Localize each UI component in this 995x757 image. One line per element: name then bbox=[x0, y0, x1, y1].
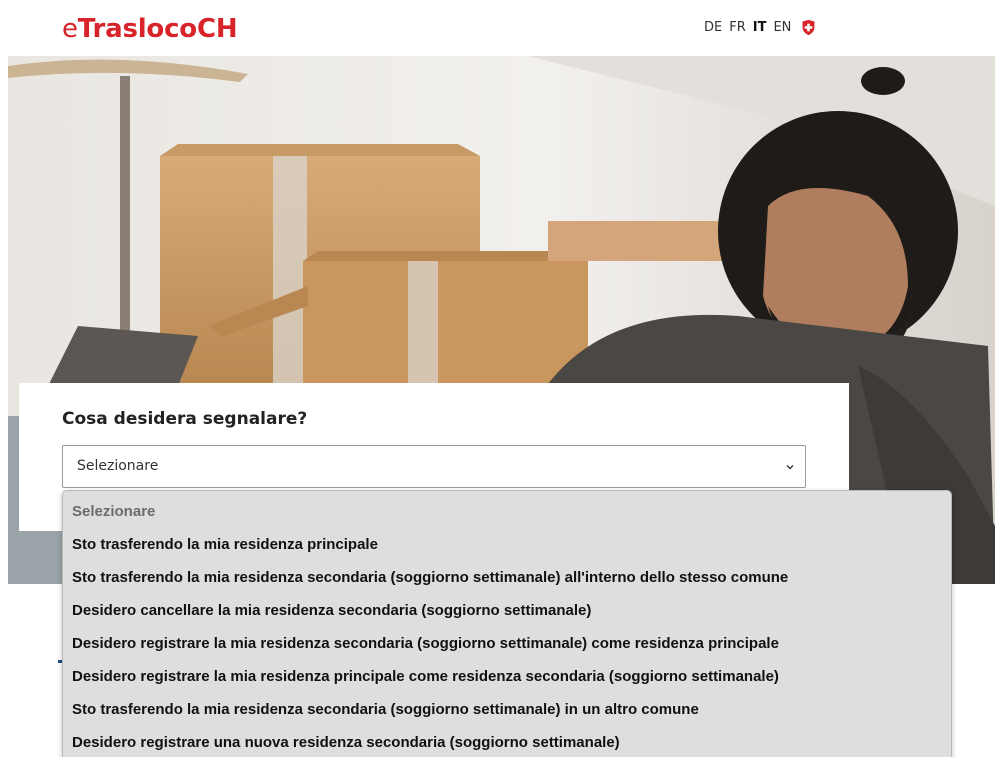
option-secondary-to-main[interactable]: Desidero registrare la mia residenza sec… bbox=[72, 632, 779, 656]
option-cancel-secondary[interactable]: Desidero cancellare la mia residenza sec… bbox=[72, 599, 591, 623]
lang-fr[interactable]: FR bbox=[729, 20, 746, 35]
option-register-new-secondary[interactable]: Desidero registrare una nuova residenza … bbox=[72, 731, 620, 755]
report-type-select[interactable]: Selezionare bbox=[62, 445, 806, 488]
select-current-value: Selezionare bbox=[77, 458, 159, 474]
lang-de[interactable]: DE bbox=[704, 20, 722, 35]
lang-en[interactable]: EN bbox=[773, 20, 791, 35]
option-move-secondary-same-municipality[interactable]: Sto trasferendo la mia residenza seconda… bbox=[72, 566, 788, 590]
logo-main: TraslocoCH bbox=[77, 14, 238, 44]
site-logo[interactable]: eTraslocoCH bbox=[62, 14, 238, 44]
option-placeholder[interactable]: Selezionare bbox=[72, 500, 155, 524]
option-main-to-secondary[interactable]: Desidero registrare la mia residenza pri… bbox=[72, 665, 779, 689]
form-question: Cosa desidera segnalare? bbox=[62, 409, 308, 429]
report-type-options: Selezionare Sto trasferendo la mia resid… bbox=[62, 490, 952, 757]
language-switcher: DE FR IT EN bbox=[704, 19, 817, 36]
site-header: eTraslocoCH DE FR IT EN bbox=[0, 0, 995, 56]
swiss-flag-icon bbox=[802, 19, 815, 36]
logo-prefix: e bbox=[62, 14, 78, 44]
lang-it[interactable]: IT bbox=[753, 20, 767, 35]
option-move-main-residence[interactable]: Sto trasferendo la mia residenza princip… bbox=[72, 533, 378, 557]
option-move-secondary-other-municipality[interactable]: Sto trasferendo la mia residenza seconda… bbox=[72, 698, 699, 722]
chevron-down-icon bbox=[786, 465, 794, 470]
